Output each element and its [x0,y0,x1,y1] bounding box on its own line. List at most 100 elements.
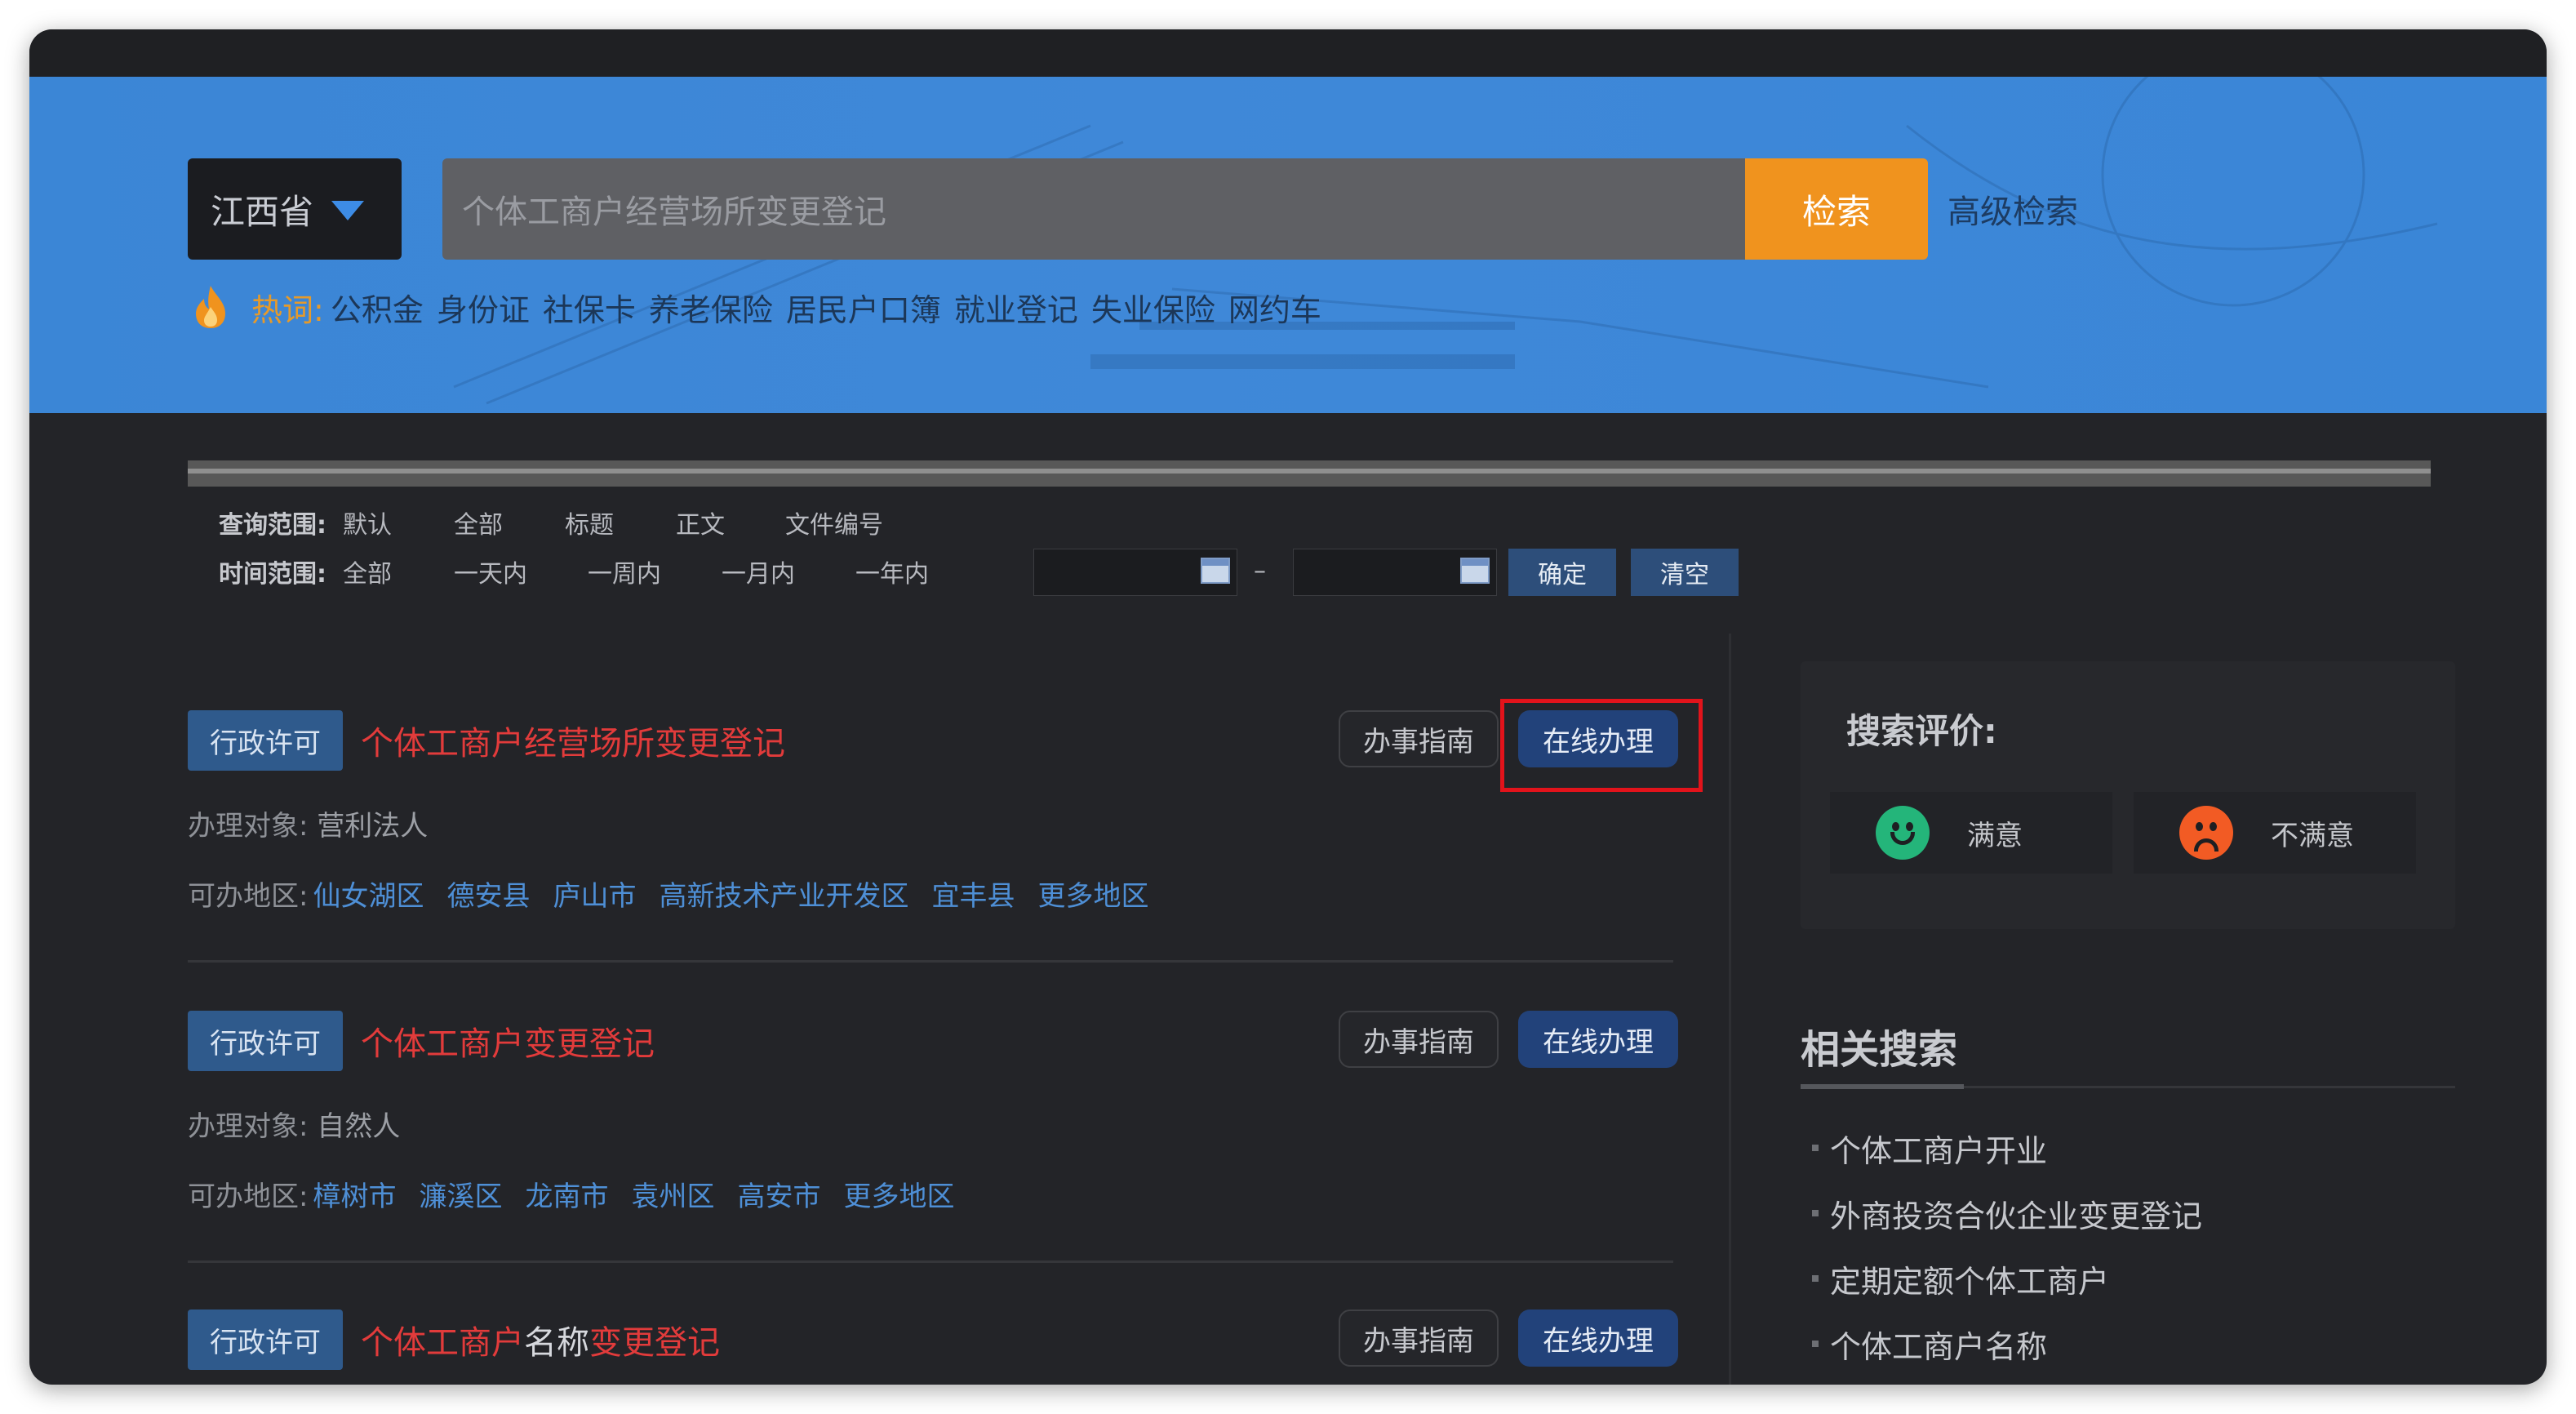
search-input-value: 个体工商户经营场所变更登记 [462,193,886,231]
related-search-text: 个体工商户开业 [1830,1132,2048,1169]
area-link[interactable]: 高安市 [737,1174,820,1214]
time-filter-row: 时间范围: 全部 一天内 一周内 一月内 一年内 [188,547,929,596]
time-option[interactable]: 一年内 [855,554,929,589]
time-option[interactable]: 一月内 [722,554,855,589]
unsatisfied-button[interactable]: 不满意 [2134,792,2416,874]
title-text: 个体工商户经营场所变更登记 [361,725,785,763]
satisfied-button[interactable]: 满意 [1830,792,2112,874]
result-title-link[interactable]: 个体工商户变更登记 [361,1011,655,1071]
result-title-link[interactable]: 个体工商户经营场所变更登记 [361,710,785,771]
province-select[interactable]: 江西省 [188,158,402,260]
area-link[interactable]: 高新技术产业开发区 [659,874,908,914]
related-search-link[interactable]: 外商投资合伙企业变更登记 [1812,1181,2202,1246]
scope-filter-row: 查询范围: 默认 全部 标题 正文 文件编号 [188,498,883,547]
scope-option[interactable]: 文件编号 [785,505,883,540]
hotword-link[interactable]: 就业登记 [954,285,1078,330]
search-input[interactable]: 个体工商户经营场所变更登记 [442,158,1745,260]
confirm-button[interactable]: 确定 [1508,549,1616,596]
related-search-link[interactable]: 个体工商户开业 [1812,1115,2202,1181]
area-link[interactable]: 仙女湖区 [313,874,424,914]
smile-face-icon [1876,806,1930,860]
bullet-icon [1812,1210,1819,1216]
result-separator [188,960,1673,963]
search-evaluation-panel: 搜索评价: 满意 不满意 [1801,661,2455,929]
title-text: 个体工商户 [361,1324,524,1362]
online-service-button[interactable]: 在线办理 [1518,1011,1678,1068]
title-text: 名称 [524,1324,589,1362]
hotword-link[interactable]: 社保卡 [543,285,636,330]
province-label: 江西省 [211,191,314,232]
search-banner: 江西省 个体工商户经营场所变更登记 检索 高级检索 热词: 公积金 身份证 社保… [29,77,2547,413]
date-range-dash: – [1254,557,1266,585]
dropdown-arrow-icon [331,201,365,220]
online-service-button[interactable]: 在线办理 [1518,1310,1678,1367]
guide-button[interactable]: 办事指南 [1339,1011,1499,1068]
scope-option[interactable]: 标题 [565,505,676,540]
clear-button[interactable]: 清空 [1631,549,1739,596]
service-object: 办理对象: 自然人 [188,1104,400,1144]
scope-option[interactable]: 全部 [454,505,565,540]
areas-label: 可办地区: [188,880,309,913]
area-link[interactable]: 袁州区 [631,1174,714,1214]
object-value: 自然人 [317,1110,401,1143]
related-search-link[interactable]: 定期定额个体工商户 [1812,1246,2202,1311]
scope-label: 查询范围: [219,511,326,540]
more-areas-link[interactable]: 更多地区 [1037,874,1148,914]
related-search-text: 个体工商户名称 [1830,1328,2048,1365]
calendar-icon[interactable] [1201,558,1230,584]
satisfied-label: 满意 [1967,819,2023,852]
search-button[interactable]: 检索 [1745,158,1928,260]
column-divider [1729,634,1731,1385]
area-link[interactable]: 宜丰县 [931,874,1015,914]
available-areas: 可办地区: 樟树市 濂溪区 龙南市 袁州区 高安市 更多地区 [188,1174,977,1214]
category-tag: 行政许可 [188,1011,343,1071]
guide-button[interactable]: 办事指南 [1339,1310,1499,1367]
hotword-link[interactable]: 居民户口簿 [786,285,941,330]
related-search-text: 定期定额个体工商户 [1830,1263,2110,1300]
more-areas-link[interactable]: 更多地区 [843,1174,954,1214]
time-option[interactable]: 一天内 [454,554,588,589]
hotword-link[interactable]: 失业保险 [1091,285,1215,330]
calendar-icon[interactable] [1460,558,1490,584]
object-label: 办理对象: [188,1110,309,1143]
end-date-input[interactable] [1293,549,1497,596]
related-title-underline [1801,1084,2455,1089]
result-title-link[interactable]: 个体工商户 名称 变更登记 [361,1310,720,1370]
area-link[interactable]: 龙南市 [525,1174,608,1214]
guide-button[interactable]: 办事指南 [1339,710,1499,767]
service-object: 办理对象: 营利法人 [188,803,428,843]
flame-icon [196,286,225,328]
hotwords-label: 热词: [251,291,324,328]
scope-option[interactable]: 正文 [676,505,785,540]
hotwords-bar: 热词: 公积金 身份证 社保卡 养老保险 居民户口簿 就业登记 失业保险 网约车 [193,281,1335,333]
object-value: 营利法人 [317,810,429,843]
advanced-search-link[interactable]: 高级检索 [1948,158,2078,260]
related-search-link[interactable]: 个体工商户名称 [1812,1311,2202,1376]
scope-option[interactable]: 默认 [343,505,454,540]
bullet-icon [1812,1145,1819,1151]
sad-face-icon [2179,806,2233,860]
area-link[interactable]: 樟树市 [313,1174,396,1214]
hotword-link[interactable]: 养老保险 [649,285,773,330]
related-search-text: 外商投资合伙企业变更登记 [1830,1198,2203,1234]
area-link[interactable]: 濂溪区 [419,1174,502,1214]
time-option[interactable]: 一周内 [588,554,722,589]
time-label: 时间范围: [219,560,326,589]
object-label: 办理对象: [188,810,309,843]
hotword-link[interactable]: 网约车 [1228,285,1321,330]
related-searches-list: 个体工商户开业 外商投资合伙企业变更登记 定期定额个体工商户 个体工商户名称 [1812,1115,2202,1376]
area-link[interactable]: 庐山市 [553,874,636,914]
areas-label: 可办地区: [188,1181,309,1213]
time-option[interactable]: 全部 [343,554,454,589]
bullet-icon [1812,1341,1819,1347]
hotword-link[interactable]: 身份证 [437,285,530,330]
title-text: 变更登记 [589,1324,720,1362]
available-areas: 可办地区: 仙女湖区 德安县 庐山市 高新技术产业开发区 宜丰县 更多地区 [188,874,1171,914]
related-searches-title: 相关搜索 [1801,1027,1958,1073]
category-tag: 行政许可 [188,710,343,771]
unsatisfied-label: 不满意 [2271,819,2354,852]
area-link[interactable]: 德安县 [446,874,530,914]
bullet-icon [1812,1275,1819,1282]
start-date-input[interactable] [1033,549,1237,596]
hotword-link[interactable]: 公积金 [331,285,424,330]
